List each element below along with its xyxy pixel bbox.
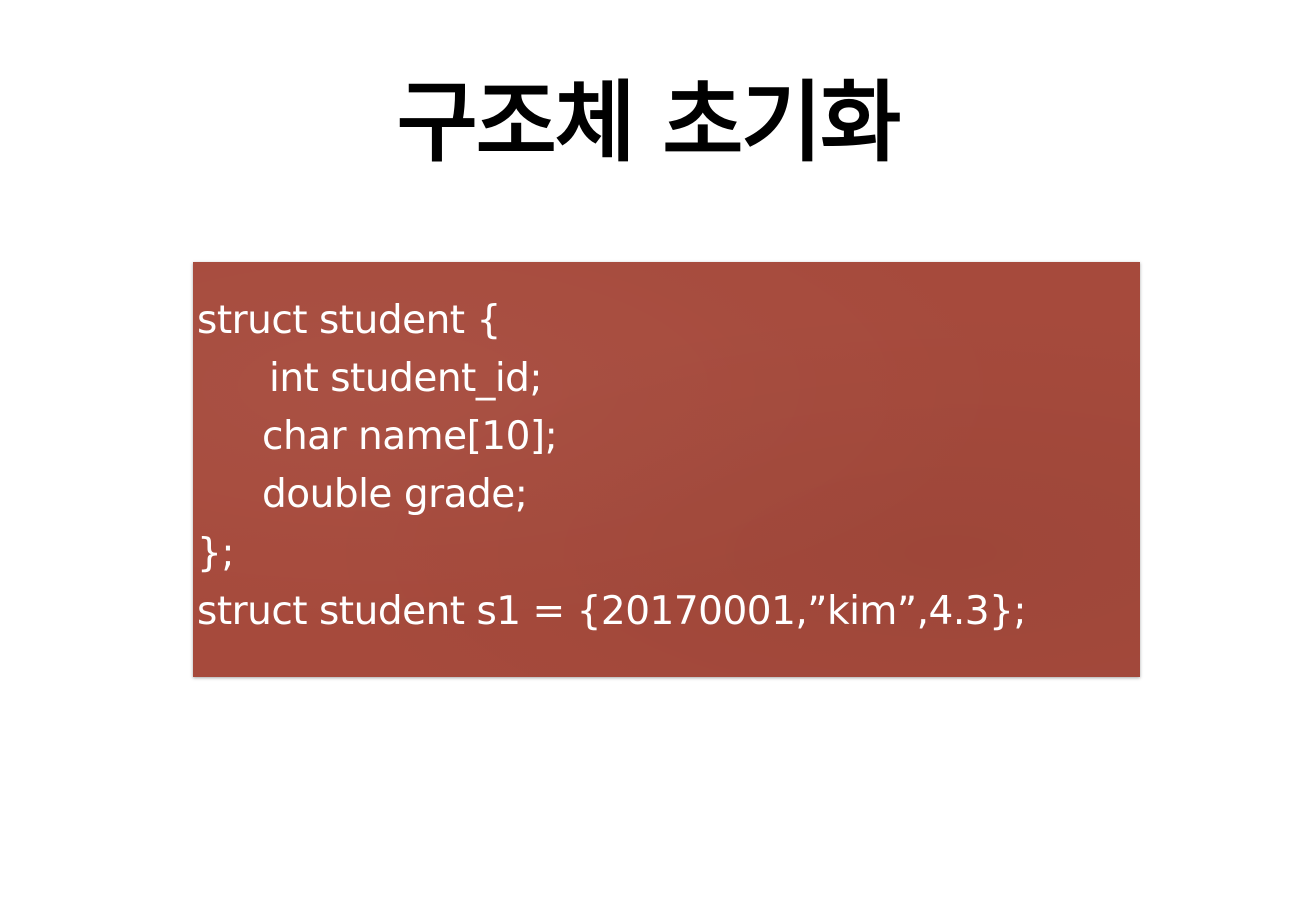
- code-line: struct student {: [197, 298, 501, 343]
- code-line: int student_id;: [269, 356, 543, 401]
- code-line: };: [197, 531, 234, 576]
- slide-title: 구조체 초기화: [396, 71, 901, 174]
- code-line: double grade;: [262, 472, 528, 517]
- code-line: struct student s1 = {20170001,”kim”,4.3}…: [197, 589, 1027, 634]
- slide: 구조체 초기화 struct student { int student_id;…: [0, 0, 1296, 916]
- code-line: char name[10];: [262, 414, 558, 459]
- code-block: struct student { int student_id; char na…: [193, 262, 1140, 677]
